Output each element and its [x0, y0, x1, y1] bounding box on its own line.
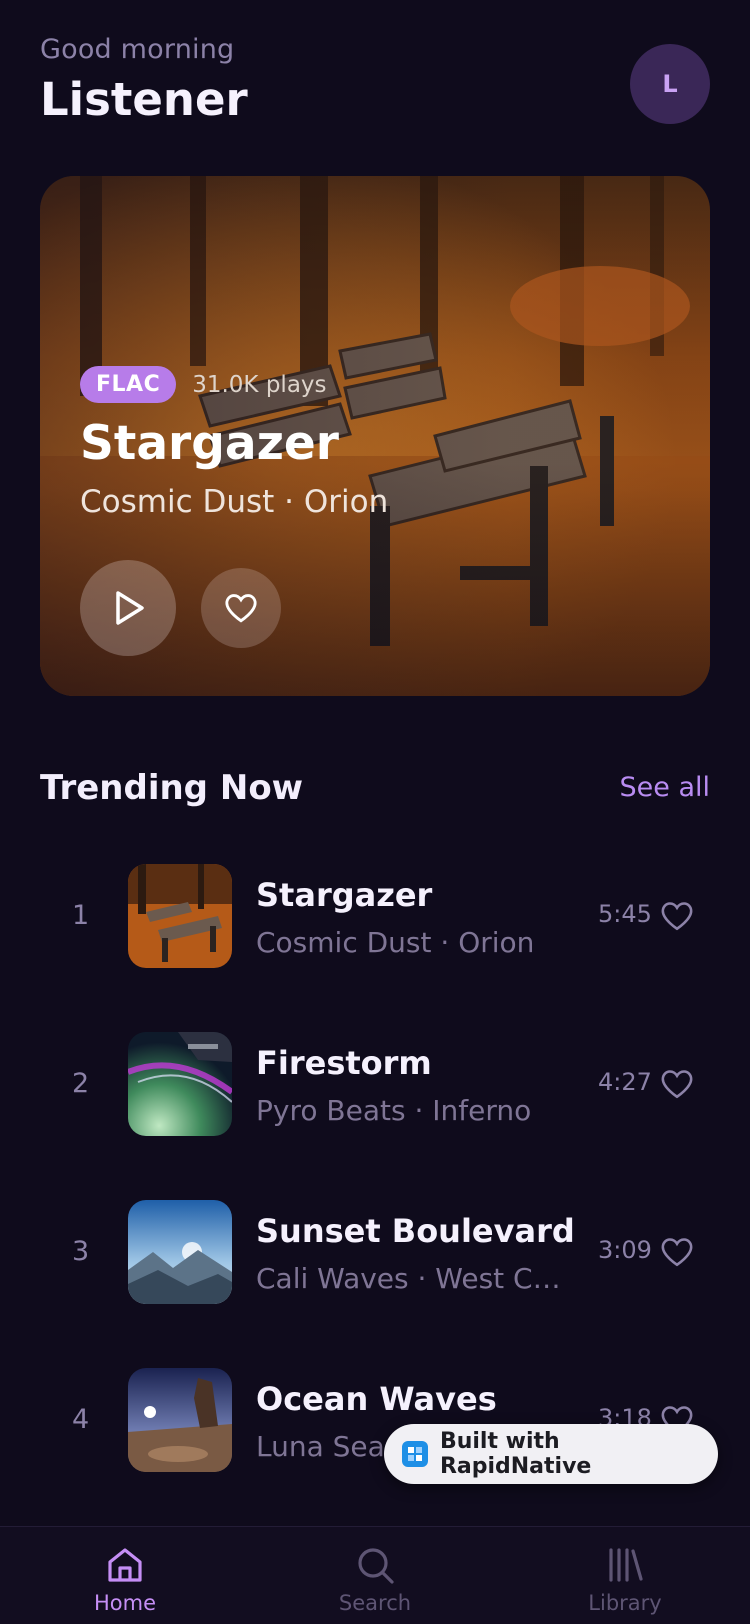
header: Good morning Listener L — [40, 34, 710, 134]
track-duration: 5:45 — [598, 900, 652, 928]
play-icon — [116, 591, 144, 625]
track-row[interactable]: 3 Sunset Boulevard Cali Waves · West Coa… — [40, 1200, 710, 1308]
track-title: Sunset Boulevard — [256, 1212, 575, 1250]
play-button[interactable] — [80, 560, 176, 656]
quality-badge: FLAC — [80, 366, 177, 403]
tab-search-label: Search — [338, 1591, 412, 1615]
tab-home-label: Home — [93, 1591, 156, 1615]
avatar[interactable]: L — [630, 44, 710, 124]
track-artwork — [128, 1032, 232, 1136]
tab-library-label: Library — [588, 1591, 662, 1615]
play-count: 31.0K plays — [192, 371, 327, 398]
featured-subtitle: Cosmic Dust · Orion — [80, 484, 389, 520]
built-with-label: Built with RapidNative — [439, 1429, 592, 1479]
library-icon — [609, 1548, 643, 1582]
home-icon — [108, 1548, 142, 1582]
greeting-text: Good morning — [40, 34, 235, 65]
built-with-badge[interactable]: Built with RapidNative — [384, 1424, 718, 1484]
bottom-tab-bar: Home Search Library — [0, 1526, 750, 1624]
heart-icon[interactable] — [660, 900, 694, 932]
tab-search[interactable]: Search — [295, 1545, 455, 1615]
featured-card[interactable]: FLAC 31.0K plays Stargazer Cosmic Dust ·… — [40, 176, 710, 696]
track-row[interactable]: 2 Firestorm Pyro Beats · Inferno 4:27 — [40, 1032, 710, 1140]
track-subtitle: Cali Waves · West Coas... — [256, 1262, 576, 1295]
username-heading: Listener — [40, 73, 248, 126]
track-subtitle: Cosmic Dust · Orion — [256, 926, 535, 959]
heart-icon[interactable] — [660, 1068, 694, 1100]
track-rank: 3 — [72, 1236, 90, 1267]
heart-icon[interactable] — [660, 1236, 694, 1268]
track-artwork — [128, 1368, 232, 1472]
track-duration: 4:27 — [598, 1068, 652, 1096]
track-title: Firestorm — [256, 1044, 432, 1082]
track-rank: 1 — [72, 900, 90, 931]
track-duration: 3:09 — [598, 1236, 652, 1264]
featured-meta: FLAC 31.0K plays — [80, 366, 327, 403]
track-title: Ocean Waves — [256, 1380, 497, 1418]
rapidnative-logo-icon — [402, 1441, 428, 1467]
tab-home[interactable]: Home — [45, 1545, 205, 1615]
track-artwork — [128, 1200, 232, 1304]
heart-icon — [225, 594, 257, 623]
track-subtitle: Pyro Beats · Inferno — [256, 1094, 532, 1127]
like-button[interactable] — [201, 568, 281, 648]
track-title: Stargazer — [256, 876, 433, 914]
see-all-link[interactable]: See all — [620, 772, 711, 803]
search-icon — [358, 1548, 394, 1584]
tab-library[interactable]: Library — [545, 1545, 705, 1615]
track-rank: 2 — [72, 1068, 90, 1099]
trending-heading: Trending Now — [40, 768, 304, 808]
track-row[interactable]: 1 Stargazer Cosmic Dust · Orion 5:45 — [40, 864, 710, 972]
featured-title: Stargazer — [80, 416, 339, 471]
track-artwork — [128, 864, 232, 968]
track-rank: 4 — [72, 1404, 90, 1435]
